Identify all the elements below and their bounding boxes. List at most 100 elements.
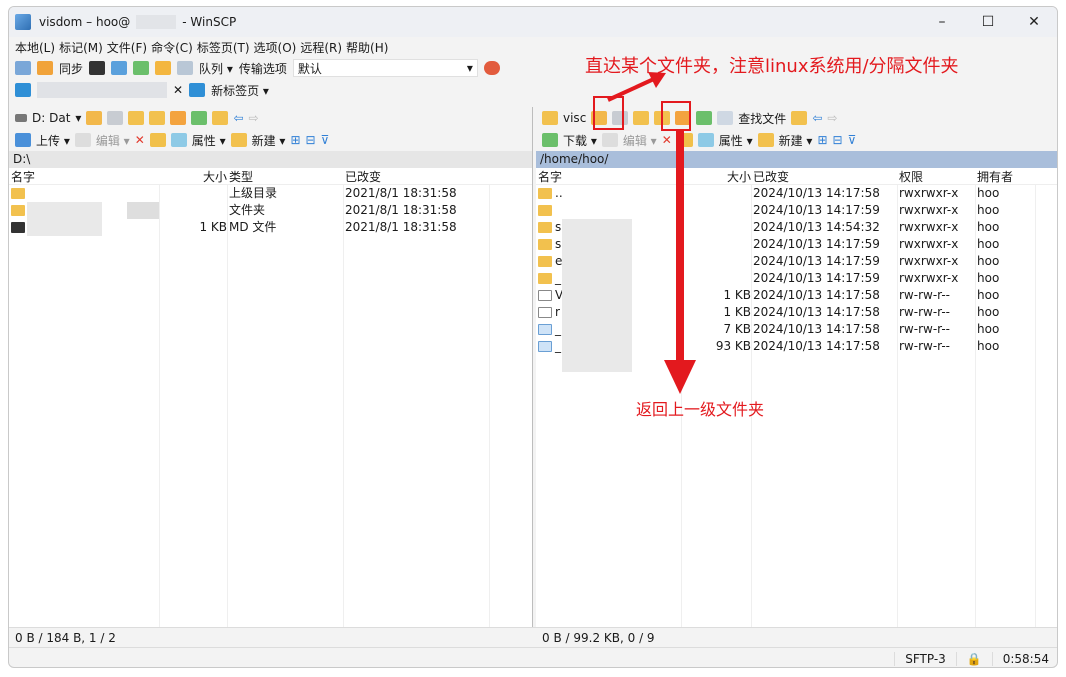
chevron-down-icon: ▾ (466, 61, 473, 75)
filter-icon[interactable] (107, 111, 124, 125)
minimize-button[interactable]: – (919, 7, 965, 37)
rename-icon[interactable] (149, 133, 166, 147)
new-button[interactable]: 新建 ▾ (252, 132, 286, 149)
remote-status: 0 B / 99.2 KB, 0 / 9 (542, 630, 655, 645)
remote-file-toolbar: 下载 ▾ 编辑 ▾ ✕ 属性 ▾ 新建 ▾ ⊞ ⊟ ⊽ (536, 129, 1057, 151)
menu-options[interactable]: 选项(O) (254, 39, 297, 56)
col-size[interactable]: 大小 (159, 168, 227, 184)
edit-button[interactable]: 编辑 ▾ (96, 132, 130, 149)
col-name[interactable]: 名字 (536, 168, 681, 184)
folder-icon (538, 239, 552, 250)
folder-icon (538, 273, 552, 284)
back-arrow-icon[interactable]: ⇦ (812, 111, 822, 125)
col-owner[interactable]: 拥有者 (975, 168, 1035, 184)
col-rights[interactable]: 权限 (897, 168, 975, 184)
putty-icon[interactable] (111, 61, 128, 75)
drive-select[interactable]: D: Dat (32, 111, 70, 125)
properties-button[interactable]: 属性 ▾ (192, 132, 226, 149)
local-file-toolbar: 上传 ▾ 编辑 ▾ ✕ 属性 ▾ 新建 ▾ ⊞ ⊟ ⊽ (9, 129, 532, 151)
properties-button[interactable]: 属性 ▾ (719, 132, 753, 149)
menu-local[interactable]: 本地(L) (15, 39, 55, 56)
upload-button[interactable]: 上传 ▾ (36, 132, 70, 149)
menu-mark[interactable]: 标记(M) (59, 39, 103, 56)
col-name[interactable]: 名字 (9, 168, 159, 184)
col-size[interactable]: 大小 (681, 168, 751, 184)
list-item[interactable]: 上级目录 2021/8/1 18:31:58 (9, 185, 532, 202)
window-title-prefix: visdom – hoo@ (39, 15, 131, 29)
find-files-button[interactable]: 查找文件 (738, 110, 786, 127)
status-bar: 0 B / 184 B, 1 / 2 0 B / 99.2 KB, 0 / 9 (9, 627, 1057, 647)
root-directory-icon[interactable] (149, 111, 166, 125)
table-row[interactable]: .. 2024/10/13 14:17:58 rwxrwxr-x hoo (536, 185, 1057, 202)
download-button[interactable]: 下载 ▾ (563, 132, 597, 149)
local-path-bar[interactable]: D:\ (9, 151, 532, 168)
winscp-app-icon (15, 14, 31, 30)
select-minus-icon[interactable]: ⊟ (833, 133, 843, 147)
parent-folder-icon (538, 188, 552, 199)
remote-pane: visc 查找文件 ⇦ ⇨ 下载 ▾ 编辑 ▾ ✕ 属性 ▾ 新建 ▾ ⊞ ⊟ … (536, 107, 1057, 645)
window-title-suffix: - WinSCP (182, 15, 237, 29)
refresh-icon[interactable] (133, 61, 150, 75)
annotation-parent-directory: 返回上一级文件夹 (636, 400, 765, 419)
new-tab-button[interactable]: 新标签页 ▾ (211, 82, 269, 99)
queue-button[interactable]: 队列 ▾ (199, 60, 233, 77)
remote-folder-select[interactable]: visc (563, 111, 586, 125)
back-arrow-icon[interactable]: ⇦ (233, 111, 243, 125)
local-status: 0 B / 184 B, 1 / 2 (15, 630, 116, 645)
menu-tabs[interactable]: 标签页(T) (197, 39, 250, 56)
remote-path-bar[interactable]: /home/hoo/ (536, 151, 1057, 168)
find-icon (717, 111, 734, 125)
select-minus-icon[interactable]: ⊟ (306, 133, 316, 147)
table-row[interactable]: 2024/10/13 14:17:59 rwxrwxr-x hoo (536, 202, 1057, 219)
local-pane: D: Dat ▾ ⇦ ⇨ 上传 ▾ 编辑 ▾ ✕ 属性 ▾ 新建 ▾ ⊞ ⊟ ⊽… (9, 107, 533, 645)
close-button[interactable]: ✕ (1011, 7, 1057, 37)
terminal-icon[interactable] (89, 61, 106, 75)
properties-icon (170, 133, 187, 147)
edit-button[interactable]: 编辑 ▾ (623, 132, 657, 149)
forward-arrow-icon[interactable]: ⇨ (827, 111, 837, 125)
maximize-button[interactable]: ☐ (965, 7, 1011, 37)
select-plus-icon[interactable]: ⊞ (290, 133, 300, 147)
parent-directory-icon[interactable] (128, 111, 145, 125)
select-plus-icon[interactable]: ⊞ (817, 133, 827, 147)
preferences-gear-icon[interactable] (155, 61, 172, 75)
sync-status-icon[interactable] (483, 61, 500, 75)
open-directory-icon[interactable] (86, 111, 103, 125)
folder-icon (542, 111, 558, 125)
close-tab-icon[interactable]: ✕ (173, 83, 183, 97)
new-folder-icon (230, 133, 247, 147)
session-tab-bar: ✕ 新标签页 ▾ (9, 79, 1057, 101)
menu-commands[interactable]: 命令(C) (151, 39, 193, 56)
session-tab-redacted[interactable] (37, 82, 167, 98)
delete-icon[interactable]: ✕ (662, 133, 672, 147)
remote-path: /home/hoo/ (540, 152, 609, 166)
transfer-settings-select[interactable]: 默认 ▾ (292, 59, 478, 77)
menu-help[interactable]: 帮助(H) (346, 39, 388, 56)
menu-files[interactable]: 文件(F) (107, 39, 147, 56)
compare-icon[interactable] (15, 61, 31, 75)
refresh-icon[interactable] (191, 111, 208, 125)
new-button[interactable]: 新建 ▾ (779, 132, 813, 149)
python-file-icon (538, 324, 552, 335)
col-type[interactable]: 类型 (227, 168, 343, 184)
redacted-names (27, 202, 102, 236)
tree-icon[interactable] (212, 111, 229, 125)
col-changed[interactable]: 已改变 (751, 168, 897, 184)
sync-button[interactable]: 同步 (59, 60, 83, 77)
select-filter-icon[interactable]: ⊽ (848, 133, 857, 147)
delete-icon[interactable]: ✕ (135, 133, 145, 147)
transfer-settings-value: 默认 (297, 61, 322, 76)
tree-icon[interactable] (791, 111, 808, 125)
refresh-icon[interactable] (696, 111, 713, 125)
select-filter-icon[interactable]: ⊽ (321, 133, 330, 147)
synchronize-browsing-icon[interactable] (37, 61, 53, 75)
menu-remote[interactable]: 远程(R) (300, 39, 342, 56)
parent-directory-icon[interactable] (633, 111, 650, 125)
local-column-header: 名字 大小 类型 已改变 (9, 168, 532, 185)
chevron-down-icon[interactable]: ▾ (75, 111, 81, 125)
annotation-arrow-up (607, 72, 666, 102)
col-changed[interactable]: 已改变 (343, 168, 483, 184)
forward-arrow-icon[interactable]: ⇨ (249, 111, 259, 125)
file-icon (538, 290, 552, 301)
home-directory-icon[interactable] (170, 111, 187, 125)
